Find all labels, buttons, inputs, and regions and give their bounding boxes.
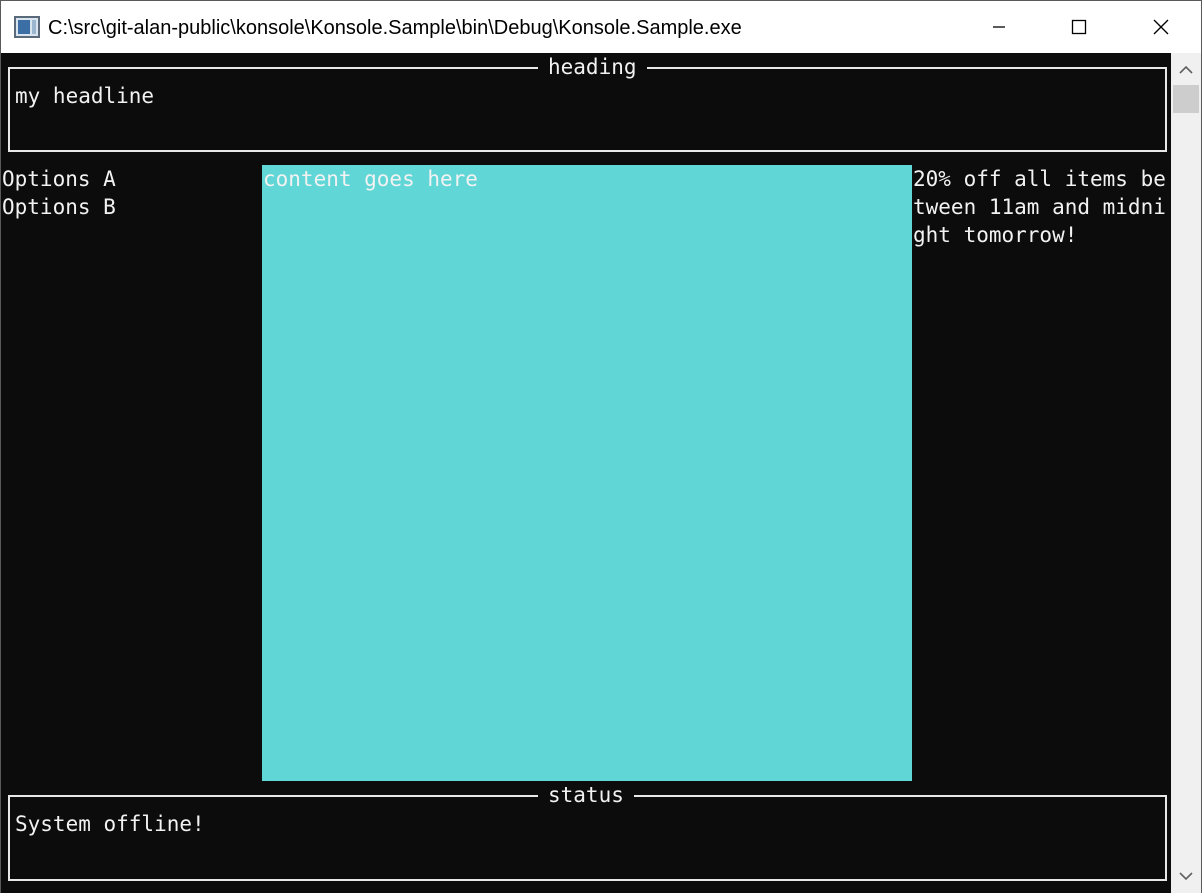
close-button[interactable] [1121, 1, 1201, 53]
promo-line: ght tomorrow! [913, 223, 1078, 247]
content-panel: content goes here [262, 165, 912, 781]
console-window: C:\src\git-alan-public\konsole\Konsole.S… [0, 0, 1202, 893]
heading-box-title: heading [538, 53, 647, 81]
maximize-icon [1071, 19, 1087, 35]
options-menu: Options A Options B [2, 165, 116, 221]
status-box: status System offline! [8, 781, 1167, 881]
chevron-down-icon [1179, 872, 1193, 881]
scroll-thumb[interactable] [1173, 85, 1199, 113]
heading-box: heading my headline [8, 53, 1167, 152]
close-icon [1153, 19, 1169, 35]
status-box-title: status [538, 781, 634, 809]
headline-text: my headline [15, 84, 155, 108]
minimize-button[interactable] [959, 1, 1039, 53]
maximize-button[interactable] [1039, 1, 1119, 53]
window-title: C:\src\git-alan-public\konsole\Konsole.S… [48, 17, 742, 39]
scroll-down-button[interactable] [1171, 861, 1201, 891]
promo-line: 20% off all items be [913, 167, 1166, 191]
vertical-scrollbar[interactable] [1171, 53, 1201, 893]
minimize-icon [993, 26, 1005, 28]
menu-item-options-a[interactable]: Options A [2, 165, 116, 193]
title-bar[interactable]: C:\src\git-alan-public\konsole\Konsole.S… [1, 1, 1201, 53]
status-text: System offline! [15, 812, 205, 836]
menu-item-options-b[interactable]: Options B [2, 193, 116, 221]
console-area[interactable]: heading my headline Options A Options B … [1, 53, 1171, 893]
content-text: content goes here [263, 167, 478, 191]
chevron-up-icon [1179, 65, 1193, 74]
promo-line: tween 11am and midni [913, 195, 1166, 219]
promo-panel: 20% off all items be tween 11am and midn… [913, 165, 1171, 249]
scroll-up-button[interactable] [1171, 55, 1201, 85]
console-app-icon[interactable] [14, 16, 40, 38]
